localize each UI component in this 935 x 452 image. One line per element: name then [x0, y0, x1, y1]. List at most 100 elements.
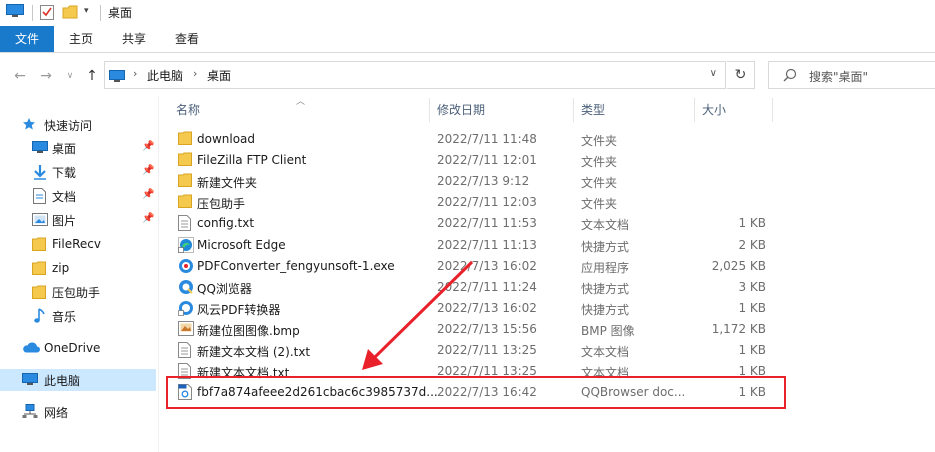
title-bar: ▾ 桌面 [0, 0, 935, 26]
sidebar-item-filerecv[interactable]: FileRecv [0, 233, 156, 255]
nav-label: OneDrive [44, 341, 101, 355]
tab-home[interactable]: 主页 [58, 26, 104, 52]
folder-icon [32, 285, 46, 302]
sidebar-item-documents[interactable]: 文档 📌 [0, 185, 156, 207]
file-date: 2022/7/13 16:02 [437, 258, 537, 273]
recent-locations-icon[interactable]: ∨ [60, 66, 80, 86]
file-row[interactable]: 新建位图图像.bmp 2022/7/13 15:56 BMP 图像 1,172 KB [166, 319, 786, 340]
file-date: 2022/7/11 11:48 [437, 132, 537, 146]
customize-toolbar-icon[interactable]: ▾ [84, 6, 89, 16]
file-row[interactable]: QQ浏览器 2022/7/11 11:24 快捷方式 3 KB [166, 277, 786, 298]
pane-divider[interactable] [158, 96, 159, 452]
file-size: 3 KB [738, 279, 766, 294]
ribbon: 文件 主页 共享 查看 [0, 26, 935, 53]
nav-this-pc[interactable]: 此电脑 [0, 369, 156, 391]
this-pc-icon [22, 373, 38, 389]
nav-network[interactable]: 网络 [0, 401, 156, 423]
sidebar-item-downloads[interactable]: 下载 📌 [0, 161, 156, 183]
title-divider [100, 5, 101, 21]
folder-icon [32, 261, 46, 278]
file-name: Microsoft Edge [197, 237, 286, 252]
back-arrow-icon[interactable]: ← [10, 66, 30, 86]
cloud-icon [22, 342, 40, 356]
file-type: 快捷方式 [581, 239, 630, 254]
column-divider[interactable] [772, 98, 773, 122]
file-name: 新建文本文档 (2).txt [197, 345, 311, 359]
pin-icon[interactable]: 📌 [142, 165, 154, 176]
breadcrumb-this-pc[interactable]: 此电脑 [147, 67, 183, 84]
folder-icon [178, 131, 192, 148]
pin-icon[interactable]: 📌 [142, 189, 154, 200]
new-folder-icon[interactable] [62, 4, 78, 23]
file-name: PDFConverter_fengyunsoft-1.exe [197, 258, 395, 273]
file-type: 文件夹 [581, 197, 618, 212]
search-input[interactable]: 搜索"桌面" [768, 61, 935, 89]
file-size: 1 KB [738, 343, 766, 357]
search-icon [783, 68, 797, 85]
file-type: 文件夹 [581, 134, 618, 148]
column-divider[interactable] [573, 98, 574, 122]
tab-share[interactable]: 共享 [111, 26, 157, 52]
up-arrow-icon[interactable]: ↑ [82, 66, 102, 86]
column-divider[interactable] [429, 98, 430, 122]
file-date: 2022/7/11 11:53 [437, 216, 537, 231]
title-divider [32, 5, 33, 21]
column-header-size[interactable]: 大小 [702, 96, 726, 122]
breadcrumb-desktop[interactable]: 桌面 [207, 67, 231, 84]
file-row[interactable]: 新建文件夹 2022/7/13 9:12 文件夹 [166, 171, 786, 192]
document-icon [33, 188, 46, 207]
desktop-icon [32, 141, 48, 157]
file-size: 1 KB [738, 300, 766, 315]
file-row[interactable]: Microsoft Edge 2022/7/11 11:13 快捷方式 2 KB [166, 235, 786, 256]
nav-label: zip [52, 261, 70, 275]
column-header-date[interactable]: 修改日期 [437, 96, 485, 122]
file-row[interactable]: PDFConverter_fengyunsoft-1.exe 2022/7/13 … [166, 256, 786, 277]
file-date: 2022/7/13 15:56 [437, 321, 537, 336]
address-dropdown-icon[interactable]: ∨ [710, 68, 717, 79]
nav-onedrive[interactable]: OneDrive [0, 337, 156, 359]
file-name: 风云PDF转换器 [197, 302, 281, 317]
nav-label: 压包助手 [52, 285, 101, 300]
sidebar-item-zip[interactable]: zip [0, 257, 156, 279]
folder-icon [178, 194, 192, 211]
tab-view[interactable]: 查看 [164, 26, 210, 52]
sidebar-item-music[interactable]: 音乐 [0, 305, 156, 327]
file-type: 文件夹 [581, 155, 618, 170]
refresh-icon[interactable]: ↻ [727, 61, 755, 89]
file-date: 2022/7/13 16:02 [437, 300, 537, 315]
picture-icon [32, 213, 48, 229]
text-file-icon [178, 215, 191, 234]
file-date: 2022/7/13 9:12 [437, 174, 530, 189]
column-divider[interactable] [694, 98, 695, 122]
file-row[interactable]: 风云PDF转换器 2022/7/13 16:02 快捷方式 1 KB [166, 298, 786, 319]
bitmap-icon [178, 320, 194, 339]
nav-quick-access[interactable]: 快速访问 [0, 114, 156, 136]
file-row[interactable]: download 2022/7/11 11:48 文件夹 [166, 129, 786, 150]
column-header-name[interactable]: 名称 [176, 96, 200, 122]
file-row[interactable]: 压包助手 2022/7/11 12:03 文件夹 [166, 192, 786, 213]
file-date: 2022/7/11 12:03 [437, 195, 537, 210]
sidebar-item-pictures[interactable]: 图片 📌 [0, 209, 156, 231]
sidebar-item-yabao[interactable]: 压包助手 [0, 281, 156, 303]
breadcrumb-chevron-icon[interactable]: › [133, 67, 137, 80]
file-date: 2022/7/11 12:01 [437, 153, 537, 168]
file-row[interactable]: 新建文本文档 (2).txt 2022/7/11 13:25 文本文档 1 KB [166, 340, 786, 361]
address-bar[interactable]: › 此电脑 › 桌面 ∨ [104, 61, 726, 89]
tab-file[interactable]: 文件 [0, 26, 54, 52]
nav-label: 桌面 [52, 141, 77, 156]
pin-icon[interactable]: 📌 [142, 141, 154, 152]
file-name: 压包助手 [197, 197, 246, 212]
file-size: 1 KB [738, 216, 766, 231]
column-header-type[interactable]: 类型 [581, 96, 605, 122]
file-type: 文本文档 [581, 218, 630, 233]
properties-icon[interactable] [40, 4, 54, 23]
pin-icon[interactable]: 📌 [142, 213, 154, 224]
file-type: 文本文档 [581, 345, 630, 359]
forward-arrow-icon[interactable]: → [36, 66, 56, 86]
file-size: 1,172 KB [711, 321, 766, 336]
sidebar-item-desktop[interactable]: 桌面 📌 [0, 137, 156, 159]
file-row[interactable]: FileZilla FTP Client 2022/7/11 12:01 文件夹 [166, 150, 786, 171]
file-row[interactable]: config.txt 2022/7/11 11:53 文本文档 1 KB [166, 213, 786, 234]
edge-shortcut-icon [178, 236, 194, 256]
breadcrumb-chevron-icon[interactable]: › [193, 67, 197, 80]
